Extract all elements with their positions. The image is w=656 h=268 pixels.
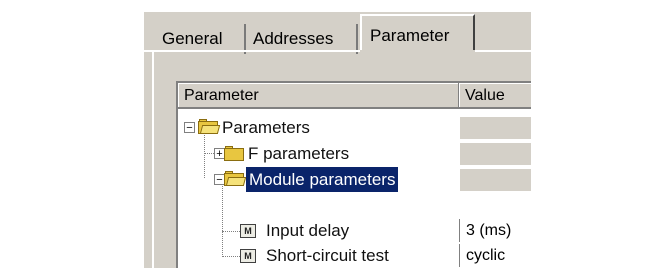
tree-label: Input delay bbox=[266, 221, 350, 240]
parameter-table: Parameter Value − Parameters + F paramet… bbox=[176, 81, 531, 268]
tree-row-f-parameters[interactable]: + F parameters bbox=[178, 141, 531, 166]
tree-row-parameters[interactable]: − Parameters bbox=[178, 115, 531, 140]
tree-label-selected: Module parameters bbox=[246, 167, 399, 192]
folder-open-icon bbox=[198, 119, 221, 134]
tree-label: F parameters bbox=[248, 144, 350, 163]
tree-row-module-parameters[interactable]: − Module parameters bbox=[178, 167, 531, 192]
collapse-toggle[interactable]: − bbox=[184, 122, 195, 134]
panel-border bbox=[152, 52, 154, 268]
module-param-icon: M bbox=[240, 249, 256, 263]
value-cell-short-circuit-test[interactable]: cyclic bbox=[459, 244, 531, 267]
properties-dialog: General Addresses Parameter Parameter Va… bbox=[144, 12, 531, 268]
tree-row-input-delay[interactable]: M Input delay 3 (ms) bbox=[178, 218, 531, 243]
folder-open-icon bbox=[224, 171, 247, 186]
value-cell bbox=[459, 168, 531, 191]
tree-row-short-circuit-test[interactable]: M Short-circuit test cyclic bbox=[178, 243, 531, 268]
tree-label: Short-circuit test bbox=[266, 246, 389, 265]
column-header-value[interactable]: Value bbox=[459, 83, 531, 109]
tree-label: Parameters bbox=[222, 118, 310, 137]
column-header-parameter[interactable]: Parameter bbox=[178, 83, 459, 109]
module-param-icon: M bbox=[240, 224, 256, 238]
tab-parameter[interactable]: Parameter bbox=[360, 14, 475, 52]
value-cell bbox=[459, 116, 531, 139]
value-cell-input-delay[interactable]: 3 (ms) bbox=[459, 219, 531, 242]
value-cell bbox=[459, 142, 531, 165]
folder-icon bbox=[224, 146, 244, 161]
